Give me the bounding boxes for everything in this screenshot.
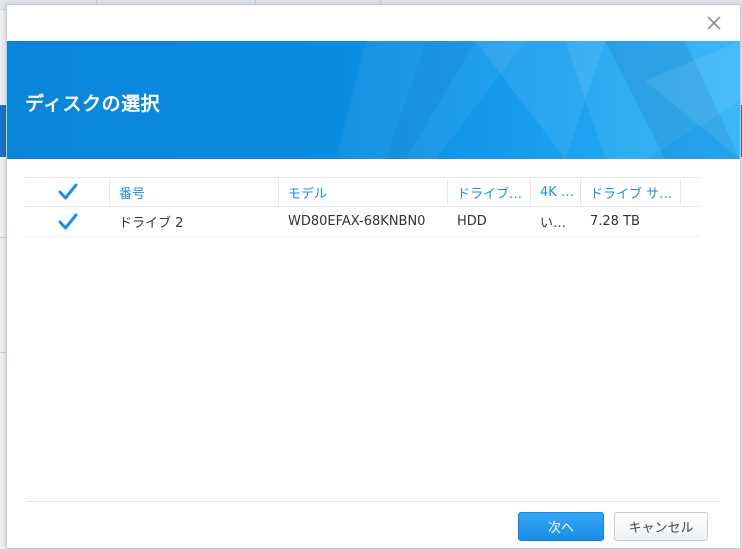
cell-drive-type: HDD — [457, 214, 487, 229]
header-check-cell — [26, 178, 110, 206]
table-row[interactable]: ドライブ 2 WD80EFAX-68KNBN0 HDD い… 7.28 TB — [26, 207, 699, 237]
cell-number: ドライブ 2 — [119, 216, 184, 231]
cell-drive-size: 7.28 TB — [590, 214, 640, 229]
select-disk-dialog: ディスクの選択 番号 モデル ドライブ… 4K … ドライブ サ… ドライブ 2… — [6, 4, 741, 549]
select-all-checkbox[interactable] — [57, 181, 79, 203]
disk-table: 番号 モデル ドライブ… 4K … ドライブ サ… ドライブ 2 WD80EFA… — [26, 177, 699, 237]
dialog-titlebar — [7, 5, 740, 41]
cell-model: WD80EFAX-68KNBN0 — [288, 214, 426, 229]
dialog-title: ディスクの選択 — [25, 93, 161, 115]
checkmark-icon — [58, 183, 77, 200]
row-checkbox[interactable] — [57, 211, 79, 233]
dialog-banner: ディスクの選択 — [7, 41, 740, 159]
header-4k[interactable]: 4K … — [531, 178, 581, 206]
close-icon[interactable] — [706, 15, 722, 31]
row-check-cell — [26, 207, 110, 236]
cell-4k: い… — [540, 216, 567, 231]
header-filler — [681, 178, 699, 206]
header-model[interactable]: モデル — [279, 178, 448, 206]
cancel-button[interactable]: キャンセル — [614, 512, 708, 541]
header-drive-size[interactable]: ドライブ サ… — [581, 178, 681, 206]
table-header: 番号 モデル ドライブ… 4K … ドライブ サ… — [26, 177, 699, 207]
footer-divider — [26, 501, 720, 502]
cell-filler — [681, 207, 699, 236]
header-drive-type[interactable]: ドライブ… — [448, 178, 531, 206]
checkmark-icon — [58, 213, 78, 229]
header-number[interactable]: 番号 — [110, 178, 279, 206]
next-button[interactable]: 次へ — [518, 512, 604, 541]
